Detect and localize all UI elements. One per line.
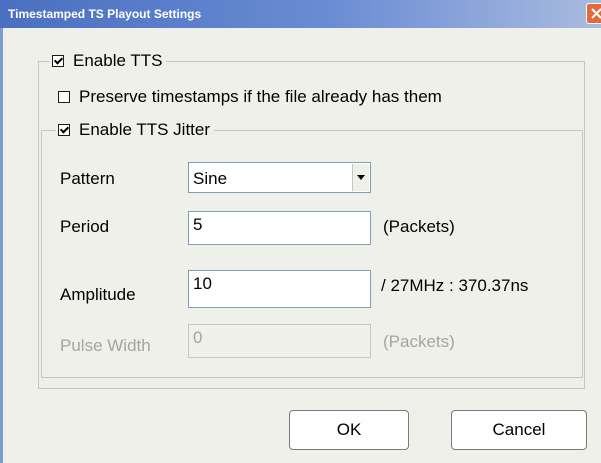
period-unit: (Packets) xyxy=(383,217,455,236)
preserve-timestamps-checkbox[interactable]: Preserve timestamps if the file already … xyxy=(56,86,446,108)
enable-jitter-checkbox[interactable]: Enable TTS Jitter xyxy=(56,119,215,141)
period-label: Period xyxy=(60,217,110,236)
pulse-width-input[interactable]: 0 xyxy=(188,324,371,358)
amplitude-input[interactable]: 10 xyxy=(188,270,371,308)
pattern-value: Sine xyxy=(193,169,228,188)
pulse-width-unit: (Packets) xyxy=(383,332,455,351)
preserve-timestamps-label: Preserve timestamps if the file already … xyxy=(79,87,442,106)
pattern-label: Pattern xyxy=(60,169,115,188)
chevron-down-icon xyxy=(357,175,365,180)
cancel-button[interactable]: Cancel xyxy=(451,410,587,450)
dropdown-arrow-button[interactable] xyxy=(352,164,369,191)
checkbox-icon[interactable] xyxy=(52,55,64,67)
pattern-select[interactable]: Sine xyxy=(188,162,371,193)
period-input[interactable]: 5 xyxy=(188,211,371,245)
window-border xyxy=(0,28,3,463)
title-bar: Timestamped TS Playout Settings xyxy=(0,0,601,28)
close-icon xyxy=(591,8,601,19)
close-button[interactable] xyxy=(586,3,601,24)
amplitude-unit: / 27MHz : 370.37ns xyxy=(381,276,529,295)
amplitude-label: Amplitude xyxy=(60,285,136,304)
enable-jitter-label: Enable TTS Jitter xyxy=(79,120,211,139)
enable-tts-label: Enable TTS xyxy=(73,51,163,70)
checkbox-icon[interactable] xyxy=(58,124,70,136)
checkbox-icon[interactable] xyxy=(58,91,70,103)
ok-button[interactable]: OK xyxy=(289,410,409,450)
window-title: Timestamped TS Playout Settings xyxy=(8,7,202,21)
enable-tts-checkbox[interactable]: Enable TTS xyxy=(50,50,167,72)
pulse-width-label: Pulse Width xyxy=(60,336,151,355)
